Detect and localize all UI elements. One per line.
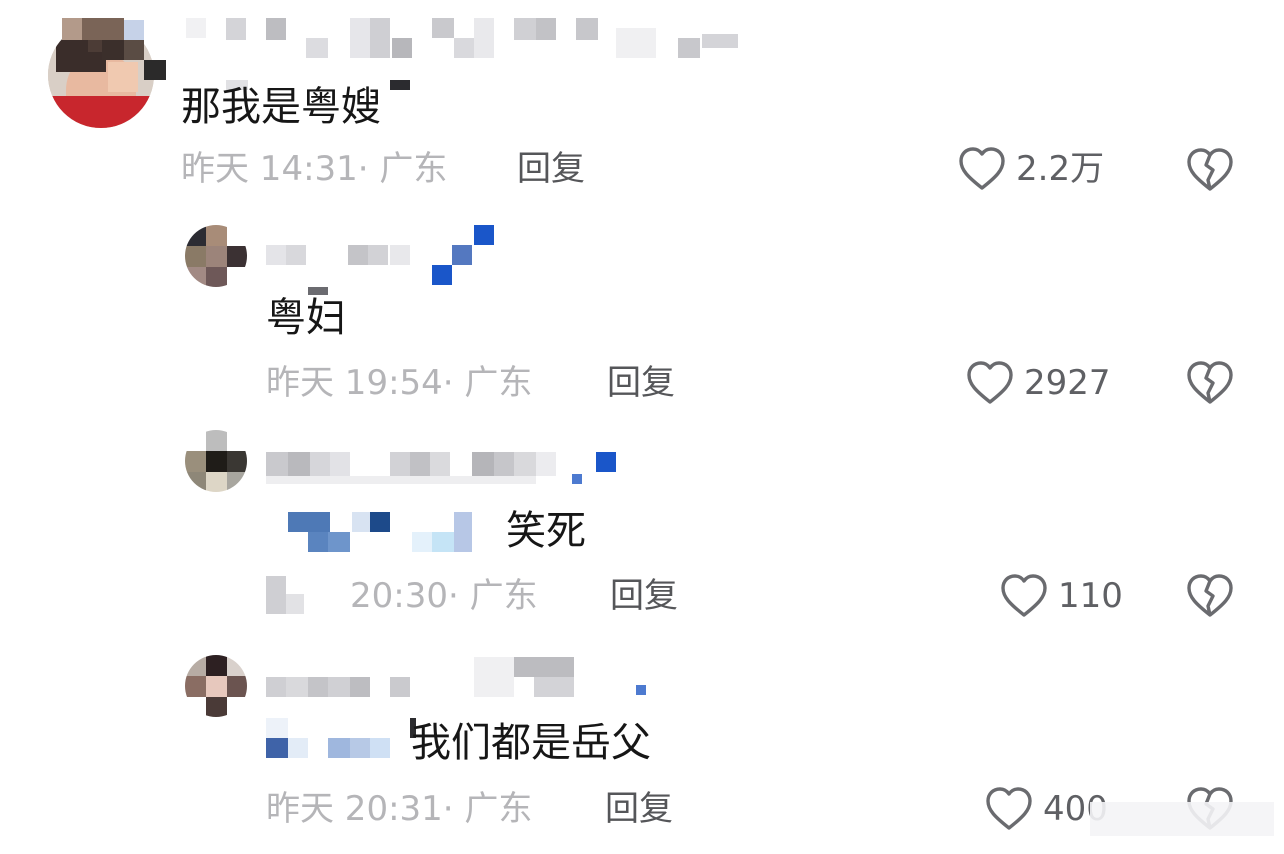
avatar-mosaic (266, 576, 306, 616)
watermark (1090, 794, 1274, 844)
username-mosaic (266, 430, 626, 496)
like-button[interactable]: 2927 (966, 360, 1111, 406)
like-count: 2927 (1024, 363, 1111, 403)
comment-content: 我们都是岳父 (411, 720, 651, 766)
broken-heart-icon (1186, 148, 1234, 197)
heart-outline-icon (1000, 573, 1048, 619)
mention-mosaic (268, 510, 492, 554)
comment-meta: 20:30· 广东 (350, 576, 538, 616)
like-count: 2.2万 (1016, 149, 1105, 189)
like-button[interactable]: 2.2万 (958, 146, 1104, 192)
like-button[interactable]: 110 (1000, 573, 1123, 619)
reply-button[interactable]: 回复 (610, 579, 678, 613)
broken-heart-icon (1186, 361, 1234, 410)
dislike-button[interactable] (1186, 360, 1234, 406)
comment-meta: 昨天 14:31· 广东 (181, 149, 448, 189)
dislike-button[interactable] (1186, 147, 1234, 193)
mention-mosaic (266, 716, 416, 760)
heart-outline-icon (966, 360, 1014, 406)
username-mosaic (266, 655, 686, 699)
heart-outline-icon (958, 146, 1006, 192)
username-mosaic (62, 18, 742, 98)
comment-content: 那我是粤嫂 (181, 84, 381, 130)
broken-heart-icon (1186, 574, 1234, 623)
reply-button[interactable]: 回复 (605, 792, 673, 826)
dislike-button[interactable] (1186, 573, 1234, 619)
comment-content: 笑死 (506, 508, 586, 554)
avatar[interactable] (185, 225, 247, 287)
comment-meta: 昨天 19:54· 广东 (266, 363, 533, 403)
username-mosaic (266, 225, 496, 295)
reply-button[interactable]: 回复 (517, 152, 585, 186)
comment-content: 粤妇 (266, 295, 346, 341)
comment-meta: 昨天 20:31· 广东 (266, 789, 533, 829)
heart-outline-icon (985, 786, 1033, 832)
like-count: 110 (1058, 576, 1123, 616)
avatar[interactable] (185, 655, 247, 717)
avatar[interactable] (185, 430, 247, 492)
reply-button[interactable]: 回复 (607, 366, 675, 400)
